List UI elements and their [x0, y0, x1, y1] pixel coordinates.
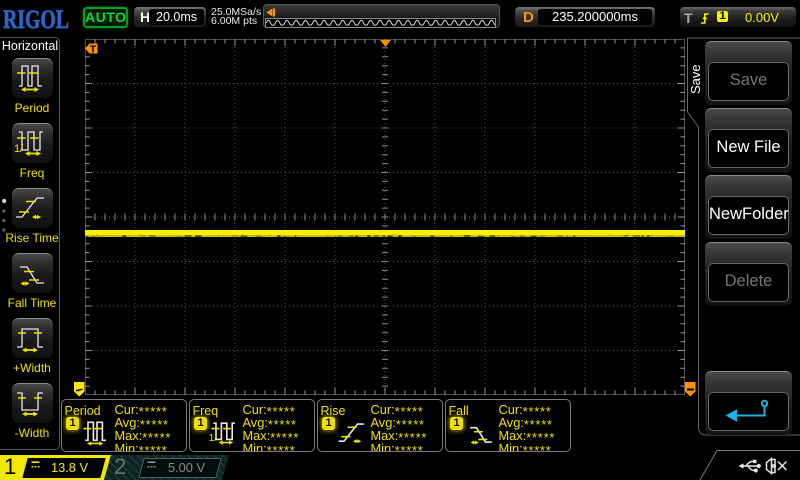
svg-text:1/: 1/ [14, 143, 24, 155]
svg-text:T: T [89, 43, 96, 53]
svg-text:1/: 1/ [208, 433, 216, 444]
